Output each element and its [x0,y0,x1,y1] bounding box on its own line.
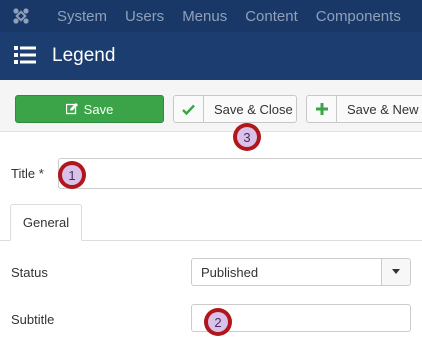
save-close-button[interactable]: Save & Close [173,95,297,123]
list-icon [14,45,36,65]
title-input[interactable] [58,158,422,189]
edit-icon [65,103,78,115]
page-title: Legend [52,45,116,66]
menu-content[interactable]: Content [245,8,298,25]
subtitle-label: Subtitle [11,312,55,327]
save-button[interactable]: Save [15,95,164,123]
status-label: Status [11,265,48,280]
marker-number: 1 [62,165,82,185]
chevron-down-icon[interactable] [381,259,410,285]
save-close-label: Save & Close [214,101,293,117]
annotation-marker-1: 1 [58,161,86,189]
page-header: Legend [0,32,422,80]
menu-menus[interactable]: Menus [182,8,227,25]
checkmark-icon [174,96,204,122]
save-new-label: Save & New [347,101,419,117]
tab-general[interactable]: General [10,204,82,241]
joomla-logo-icon[interactable] [12,7,30,25]
toolbar: Save Save & Close Save & New [0,80,422,132]
save-new-button[interactable]: Save & New [306,95,422,123]
top-menu: System Users Menus Content Components [57,0,419,32]
menu-components[interactable]: Components [316,8,401,25]
marker-number: 2 [208,312,228,332]
annotation-marker-3: 3 [233,123,261,151]
marker-number: 3 [237,127,257,147]
save-label: Save [83,101,114,117]
title-label: Title * [11,166,44,181]
top-navbar: System Users Menus Content Components [0,0,422,32]
status-select[interactable]: Published [191,258,411,286]
status-value: Published [201,265,259,280]
menu-system[interactable]: System [57,8,107,25]
plus-icon [307,96,337,122]
menu-users[interactable]: Users [125,8,164,25]
annotation-marker-2: 2 [204,308,232,336]
